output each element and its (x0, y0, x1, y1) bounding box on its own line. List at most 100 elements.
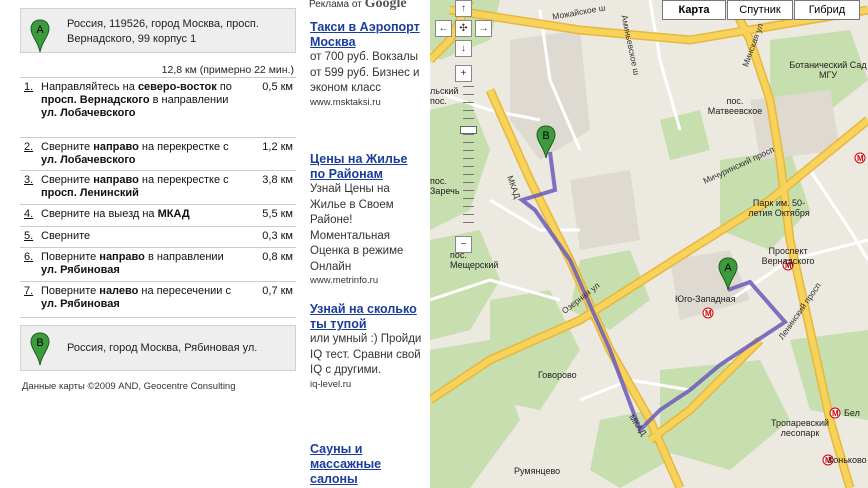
step-fragment: на перекрестке с (138, 174, 229, 186)
step-text: Сверните направо на перекрестке с ул. Ло… (41, 141, 241, 167)
svg-text:A: A (724, 262, 732, 274)
step-fragment: на пересечении с (138, 285, 231, 297)
step-divider (20, 226, 296, 227)
svg-text:B: B (542, 130, 549, 142)
step-text: Сверните на выезд на МКАД (41, 208, 241, 221)
step-emphasis: МКАД (157, 208, 190, 220)
label-bel: Бел (844, 408, 860, 418)
pan-left-button[interactable]: ← (435, 20, 452, 37)
map-view[interactable]: М М М М М B A Можайское ш Аминьевское ш … (430, 0, 868, 488)
ad-item[interactable]: Такси в Аэропорт Москва от 700 руб. Вокза… (310, 20, 424, 109)
pan-right-button[interactable]: → (475, 20, 492, 37)
ad-url[interactable]: www.metrinfo.ru (310, 275, 424, 287)
pan-center-button[interactable]: ✣ (455, 20, 472, 37)
step-fragment: на перекрестке с (138, 141, 229, 153)
step-emphasis: направо (93, 174, 139, 186)
ad-body: или умный :) Пройди IQ тест. Сравни свой… (310, 333, 422, 376)
zoom-out-button[interactable]: − (455, 236, 472, 253)
step-text: Поверните налево на пересечении с ул. Ря… (41, 285, 241, 311)
map-type-button[interactable]: Карта (662, 0, 726, 20)
label-zarech: пос. Заречь (430, 176, 460, 196)
step-distance: 0,5 км (262, 81, 293, 93)
step-divider (20, 204, 296, 205)
start-waypoint[interactable]: A Россия, 119526, город Москва, просп. В… (20, 8, 296, 53)
end-address: Россия, город Москва, Рябиновая ул. (67, 342, 258, 354)
ad-title-link[interactable]: Цены на Жилье по Районам (310, 152, 424, 182)
step-distance: 3,8 км (262, 174, 293, 186)
ads-column: Реклама от Google Такси в Аэропорт Москв… (300, 0, 430, 488)
step-number[interactable]: 3. (24, 174, 33, 187)
ad-url[interactable]: www.msktaksi.ru (310, 97, 424, 109)
step-fragment: Сверните (41, 141, 94, 153)
label-park: Парк им. 50-летия Октября (748, 198, 810, 218)
step-number[interactable]: 2. (24, 141, 33, 154)
ads-header: Реклама от Google (309, 0, 407, 12)
ad-item[interactable]: Цены на Жилье по Районам Узнай Цены на Жи… (310, 152, 424, 287)
zoom-slider[interactable] (460, 82, 477, 236)
label-konkovo: Коньково (828, 455, 867, 465)
svg-text:B: B (36, 337, 43, 349)
map-type-button[interactable]: Спутник (727, 0, 793, 20)
step-distance: 5,5 км (262, 208, 293, 220)
steps-top-divider (20, 77, 296, 78)
marker-a-icon: A (30, 19, 50, 53)
step-number[interactable]: 4. (24, 208, 33, 221)
step-divider (20, 137, 296, 138)
step-fragment: по (216, 81, 232, 93)
step-fragment: Направляйтесь на (41, 81, 138, 93)
step-fragment: в направлении (149, 94, 229, 106)
step-fragment: Сверните (41, 174, 94, 186)
step-emphasis: налево (99, 285, 139, 297)
zoom-slider-handle[interactable] (460, 126, 477, 134)
route-summary: 12,8 км (примерно 22 мин.) (161, 64, 294, 76)
ad-item[interactable]: Узнай на сколько ты тупой или умный :) Пр… (310, 302, 424, 391)
ad-url[interactable]: iq-level.ru (310, 379, 424, 391)
step-emphasis: просп. Ленинский (41, 187, 139, 199)
step-emphasis: ул. Рябиновая (41, 298, 120, 310)
step-emphasis: ул. Лобачевского (41, 107, 136, 119)
svg-text:М: М (857, 154, 864, 163)
zoom-in-button[interactable]: + (455, 65, 472, 82)
step-number[interactable]: 5. (24, 230, 33, 243)
label-matveevskoe: пос. Матвеевское (707, 96, 763, 116)
step-distance: 1,2 км (262, 141, 293, 153)
step-divider (20, 170, 296, 171)
step-fragment: Сверните на выезд на (41, 208, 158, 220)
step-emphasis: просп. Вернадского (41, 94, 150, 106)
label-pos-mesherskiy: пос. Мещерский (450, 250, 499, 270)
step-distance: 0,8 км (262, 251, 293, 263)
step-text: Направляйтесь на северо-восток по просп.… (41, 81, 241, 120)
ad-body: от 700 руб. Вокзалы от 599 руб. Бизнес и… (310, 51, 420, 94)
step-distance: 0,3 км (262, 230, 293, 242)
label-botanic: Ботанический Сад МГУ (789, 60, 867, 80)
step-emphasis: северо-восток (137, 81, 217, 93)
end-waypoint[interactable]: B Россия, город Москва, Рябиновая ул. (20, 325, 296, 371)
step-text: Сверните (41, 230, 241, 243)
directions-panel: A Россия, 119526, город Москва, просп. В… (0, 0, 300, 488)
step-divider (20, 281, 296, 282)
ad-body: Узнай Цены на Жилье в Своем Районе! Моме… (310, 183, 404, 273)
svg-text:М: М (705, 309, 712, 318)
step-number[interactable]: 6. (24, 251, 33, 264)
step-number[interactable]: 7. (24, 285, 33, 298)
label-troparevsky: Тропаревский лесопарк (770, 418, 830, 438)
start-address: Россия, 119526, город Москва, просп. Вер… (67, 18, 259, 45)
ad-title-link[interactable]: Такси в Аэропорт Москва (310, 20, 424, 50)
step-emphasis: направо (93, 141, 139, 153)
step-distance: 0,7 км (262, 285, 293, 297)
label-vernadskogo-metro: Проспект Вернадского (761, 246, 815, 266)
pan-down-button[interactable]: ↓ (455, 40, 472, 57)
pan-up-button[interactable]: ↑ (455, 0, 472, 17)
svg-text:A: A (36, 24, 44, 36)
ad-item[interactable]: Сауны и массажные салоны (310, 442, 424, 487)
marker-b-icon: B (30, 332, 50, 366)
step-fragment: в направлении (144, 251, 224, 263)
ad-title-link[interactable]: Узнай на сколько ты тупой (310, 302, 424, 332)
step-text: Поверните направо в направлении ул. Ряби… (41, 251, 241, 277)
step-number[interactable]: 1. (24, 81, 33, 94)
ad-title-link[interactable]: Сауны и массажные салоны (310, 442, 424, 487)
map-type-button[interactable]: Гибрид (794, 0, 860, 20)
label-rumyantsevo: Румянцево (514, 466, 561, 476)
step-text: Сверните направо на перекрестке с просп.… (41, 174, 241, 200)
map-credits: Данные карты ©2009 AND, Geocentre Consul… (22, 381, 236, 392)
